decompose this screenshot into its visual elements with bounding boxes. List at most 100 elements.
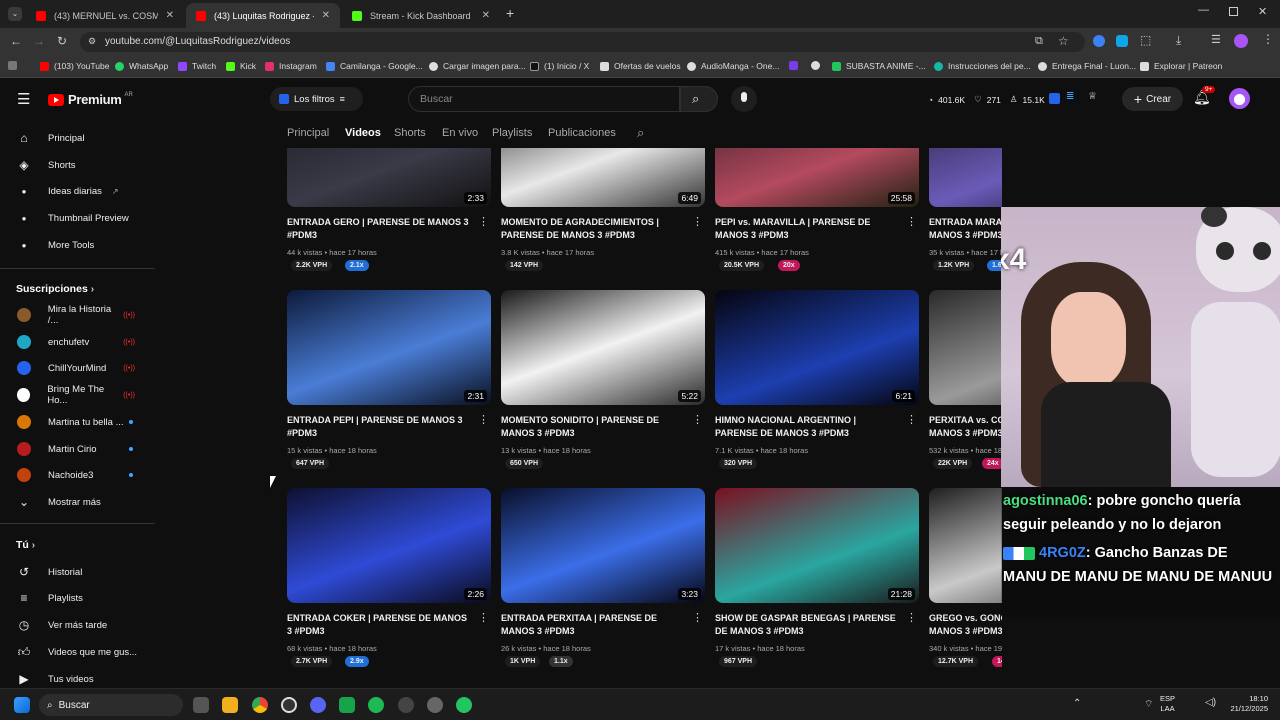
video-title[interactable]: ENTRADA GERO | PARENSE DE MANOS 3 #PDM3 <box>287 216 473 242</box>
network-icon[interactable]: ⌔ <box>1144 698 1153 711</box>
video-menu-icon[interactable]: ⋮ <box>478 611 489 624</box>
video-card[interactable]: 5:22 MOMENTO SONIDITO | PARENSE DE MANOS … <box>501 290 705 470</box>
subscriptions-heading[interactable]: Suscripciones › <box>16 283 94 295</box>
bookmark-item[interactable]: AudioManga - One... <box>687 61 779 71</box>
task-view-icon[interactable] <box>193 697 209 713</box>
subscription-item[interactable]: Martina tu bella ... <box>0 409 155 435</box>
video-title[interactable]: MOMENTO DE AGRADECIMIENTOS | PARENSE DE … <box>501 216 687 242</box>
volume-icon[interactable]: ◁) <box>1205 697 1216 708</box>
video-title[interactable]: PERXITAA vs. COKER | PARENSE DE MANOS 3 … <box>929 414 1002 440</box>
you-heading[interactable]: Tú › <box>16 539 35 551</box>
hamburger-menu-icon[interactable]: ☰ <box>17 90 30 108</box>
subscription-item[interactable]: Bring Me The Ho... ((•)) <box>0 382 155 408</box>
omnibox[interactable]: ⚙ youtube.com/@LuquitasRodriguez/videos … <box>80 32 1085 52</box>
browser-tab[interactable]: (43) MERNUEL vs. COSMIC KID ✕ <box>26 3 184 28</box>
browser-tab[interactable]: Stream - Kick Dashboard ✕ <box>342 3 500 28</box>
bookmark-item[interactable]: Camilanga - Google... <box>326 61 423 71</box>
show-more-button[interactable]: ⌄ Mostrar más <box>0 489 155 515</box>
video-thumbnail[interactable]: 6:21 <box>715 290 919 405</box>
site-info-icon[interactable]: ⚙ <box>88 36 96 47</box>
apps-grid-icon[interactable] <box>8 61 22 70</box>
discord-icon[interactable] <box>310 697 326 713</box>
video-thumbnail[interactable]: 6:49 <box>501 148 705 207</box>
video-title[interactable]: ENTRADA PEPI | PARENSE DE MANOS 3 #PDM3 <box>287 414 473 440</box>
extensions-puzzle-icon[interactable]: ⬚ <box>1140 33 1151 47</box>
account-avatar[interactable] <box>1229 88 1250 109</box>
video-title[interactable]: GREGO vs. GONCHO | PARENSE DE MANOS 3 #P… <box>929 612 1002 638</box>
app-icon[interactable] <box>456 697 472 713</box>
close-tab-icon[interactable]: ✕ <box>166 10 174 21</box>
bookmark-item[interactable]: Explorar | Patreon <box>1140 61 1222 71</box>
bookmark-item[interactable]: Instagram <box>265 61 317 71</box>
bookmark-item[interactable]: Cargar imagen para... <box>429 61 526 71</box>
tab-principal[interactable]: Principal <box>287 127 329 139</box>
video-title[interactable]: HIMNO NACIONAL ARGENTINO | PARENSE DE MA… <box>715 414 901 440</box>
new-tab-icon[interactable]: + <box>506 5 514 21</box>
tray-chevron-icon[interactable]: ⌃ <box>1073 698 1081 709</box>
video-menu-icon[interactable]: ⋮ <box>906 413 917 426</box>
video-card[interactable]: 2:33 ENTRADA GERO | PARENSE DE MANOS 3 #P… <box>287 148 491 272</box>
video-card[interactable]: 2:31 ENTRADA PEPI | PARENSE DE MANOS 3 #P… <box>287 290 491 470</box>
tab-live[interactable]: En vivo <box>442 127 478 139</box>
reload-icon[interactable]: ↻ <box>57 34 67 48</box>
video-menu-icon[interactable]: ⋮ <box>692 215 703 228</box>
video-thumbnail[interactable]: 6:04 <box>929 148 1002 207</box>
video-card[interactable]: 2:26 ENTRADA COKER | PARENSE DE MANOS 3 #… <box>287 488 491 668</box>
close-window-icon[interactable]: ✕ <box>1258 5 1267 18</box>
sidebar-item-thumbnail-preview[interactable]: ● Thumbnail Preview <box>0 205 155 231</box>
sidebar-item-principal[interactable]: ⌂ Principal <box>0 125 155 151</box>
sidebar-item-playlists[interactable]: ≡ Playlists <box>0 585 155 611</box>
sidebar-item-history[interactable]: ↺ Historial <box>0 559 155 585</box>
tab-playlists[interactable]: Playlists <box>492 127 532 139</box>
sidebar-item-watch-later[interactable]: ◷ Ver más tarde <box>0 612 155 638</box>
bookmark-item[interactable]: Kick <box>226 61 256 71</box>
language-indicator[interactable]: ESP LAA <box>1160 694 1175 714</box>
menu-dots-icon[interactable]: ⋮ <box>1262 32 1274 46</box>
video-card[interactable]: 21:28 SHOW DE GASPAR BENEGAS | PARENSE DE… <box>715 488 919 668</box>
windows-start-icon[interactable] <box>14 697 30 713</box>
subscription-item[interactable]: ChillYourMind ((•)) <box>0 355 155 381</box>
tab-posts[interactable]: Publicaciones <box>548 127 616 139</box>
extension-icon[interactable] <box>1093 35 1105 47</box>
extension-icon[interactable] <box>1049 93 1060 104</box>
channel-search-icon[interactable]: ⌕ <box>637 125 644 141</box>
bookmark-item[interactable]: (103) YouTube <box>40 61 109 71</box>
video-menu-icon[interactable]: ⋮ <box>478 413 489 426</box>
close-tab-icon[interactable]: ✕ <box>322 10 330 21</box>
video-card[interactable]: 6:49 MOMENTO DE AGRADECIMIENTOS | PARENSE… <box>501 148 705 272</box>
sidebar-item-liked[interactable]: 👍︎ Videos que me gus... <box>0 639 155 665</box>
app-icon[interactable] <box>339 697 355 713</box>
create-button[interactable]: + Crear <box>1122 87 1183 111</box>
video-menu-icon[interactable]: ⋮ <box>478 215 489 228</box>
browser-tab-active[interactable]: (43) Luquitas Rodriguez - YouTube ✕ <box>186 3 340 28</box>
video-card[interactable]: 6:04 ENTRADA MARAVILLA | PARENSE DE MANOS… <box>929 148 1002 272</box>
video-menu-icon[interactable]: ⋮ <box>906 611 917 624</box>
bookmark-item[interactable]: Instrucciones del pe... <box>934 61 1031 71</box>
search-button[interactable]: ⌕ <box>680 86 718 112</box>
clock[interactable]: 18:10 21/12/2025 <box>1222 694 1268 714</box>
subscription-item[interactable]: Mira la Historia /... ((•)) <box>0 302 155 328</box>
video-menu-icon[interactable]: ⋮ <box>906 215 917 228</box>
video-title[interactable]: SHOW DE GASPAR BENEGAS | PARENSE DE MANO… <box>715 612 901 638</box>
spotify-icon[interactable] <box>368 697 384 713</box>
forward-icon[interactable]: → <box>33 34 45 48</box>
subscription-item[interactable]: Nachoide3 <box>0 462 155 488</box>
video-thumbnail[interactable]: 25:58 <box>715 148 919 207</box>
install-app-icon[interactable]: ⧉ <box>1035 35 1043 48</box>
video-title[interactable]: ENTRADA MARAVILLA | PARENSE DE MANOS 3 #… <box>929 216 1002 242</box>
taskbar-search[interactable]: ⌕ Buscar <box>39 694 183 716</box>
video-card[interactable]: 25:58 PEPI vs. MARAVILLA | PARENSE DE MAN… <box>715 148 919 272</box>
minimize-icon[interactable]: — <box>1198 4 1209 16</box>
sidebar-item-shorts[interactable]: ◈ Shorts <box>0 152 155 178</box>
voice-search-button[interactable] <box>731 86 757 112</box>
close-tab-icon[interactable]: ✕ <box>482 10 490 21</box>
video-title[interactable]: ENTRADA COKER | PARENSE DE MANOS 3 #PDM3 <box>287 612 473 638</box>
trophy-icon[interactable]: ♕ <box>1088 91 1097 102</box>
subscription-item[interactable]: enchufetv ((•)) <box>0 329 155 355</box>
maximize-icon[interactable] <box>1229 7 1238 16</box>
bookmark-item[interactable]: WhatsApp <box>115 61 168 71</box>
video-card[interactable]: 6:21 HIMNO NACIONAL ARGENTINO | PARENSE D… <box>715 290 919 470</box>
tab-videos[interactable]: Videos <box>345 127 381 139</box>
bookmark-item[interactable]: Entrega Final - Luon... <box>1038 61 1136 71</box>
video-thumbnail[interactable]: 21:28 <box>715 488 919 603</box>
